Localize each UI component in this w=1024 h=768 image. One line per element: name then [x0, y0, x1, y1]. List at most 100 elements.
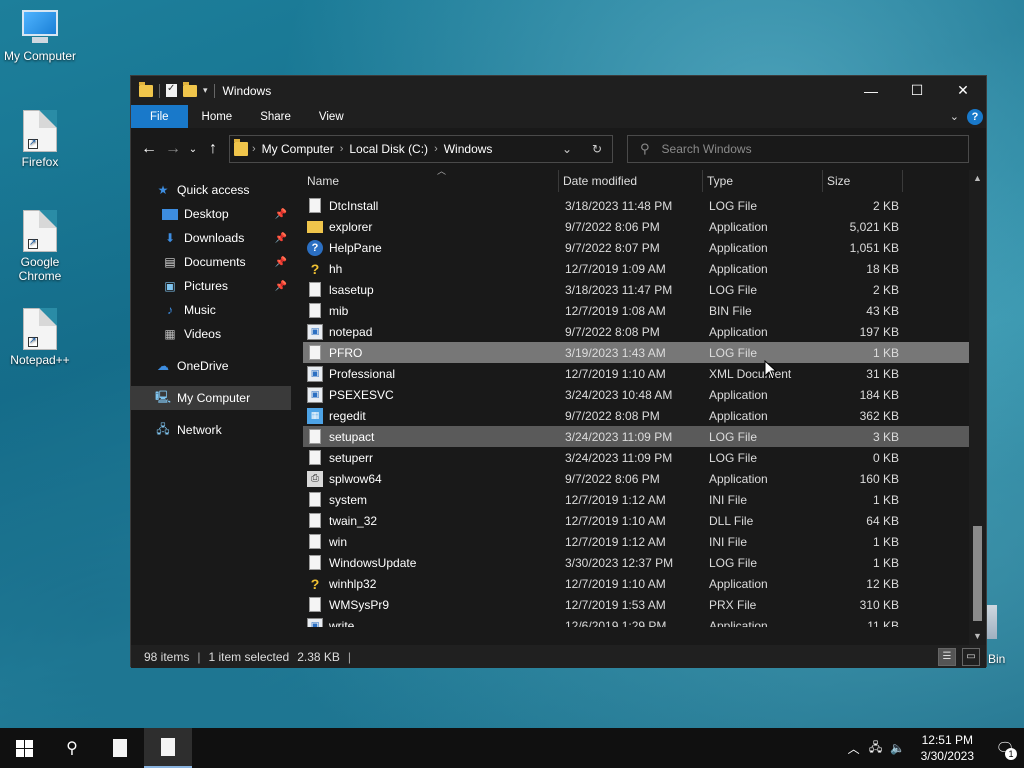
file-name-cell[interactable]: explorer [303, 220, 559, 234]
file-name-cell[interactable]: mib [303, 303, 559, 318]
file-name-cell[interactable]: ▣ PSEXESVC [303, 386, 559, 403]
scrollbar-thumb[interactable] [973, 526, 982, 621]
file-name-cell[interactable]: ▣ write [303, 617, 559, 627]
column-header-type[interactable]: Type [703, 170, 823, 192]
nav-desktop[interactable]: Desktop 📌 [131, 202, 291, 226]
nav-pictures[interactable]: ▣ Pictures 📌 [131, 274, 291, 298]
search-box[interactable]: ⚲ Search Windows [627, 135, 969, 163]
table-row[interactable]: PFRO 3/19/2023 1:43 AM LOG File 1 KB [303, 342, 986, 363]
desktop-icon-notepad-plus-plus[interactable]: Notepad++ [0, 308, 80, 367]
recycle-bin-icon[interactable] [987, 605, 997, 639]
tab-file[interactable]: File [131, 105, 188, 128]
nav-onedrive[interactable]: ☁ OneDrive [131, 354, 291, 378]
nav-quick-access[interactable]: ★ Quick access [131, 178, 291, 202]
breadcrumb-separator-icon[interactable]: › [252, 143, 256, 155]
file-name-cell[interactable]: ? winhlp32 [303, 576, 559, 592]
breadcrumb-local-disk[interactable]: Local Disk (C:) [349, 142, 428, 156]
recent-locations-chevron-icon[interactable]: ⌄ [185, 144, 201, 155]
taskbar-app-2[interactable] [144, 728, 192, 768]
search-button[interactable]: ⚲ [48, 728, 96, 768]
network-icon[interactable]: 🖧 [865, 738, 887, 759]
file-name-cell[interactable]: system [303, 492, 559, 507]
nav-my-computer[interactable]: 🖳 My Computer [131, 386, 291, 410]
nav-music[interactable]: ♪ Music [131, 298, 291, 322]
table-row[interactable]: lsasetup 3/18/2023 11:47 PM LOG File 2 KB [303, 279, 986, 300]
forward-arrow-icon[interactable]: → [161, 140, 185, 158]
scroll-up-icon[interactable]: ▲ [969, 170, 986, 187]
table-row[interactable]: WindowsUpdate 3/30/2023 12:37 PM LOG File 1… [303, 552, 986, 573]
column-header-date-modified[interactable]: Date modified [559, 170, 703, 192]
volume-icon[interactable]: 🔈 [887, 741, 909, 755]
table-row[interactable]: ▣ Professional 12/7/2019 1:10 AM XML Docume… [303, 363, 986, 384]
table-row[interactable]: ▣ PSEXESVC 3/24/2023 10:48 AM Application 18… [303, 384, 986, 405]
refresh-icon[interactable]: ↻ [582, 142, 612, 156]
properties-icon[interactable] [166, 83, 177, 97]
breadcrumb-separator-icon[interactable]: › [340, 143, 344, 155]
scroll-down-icon[interactable]: ▼ [969, 628, 986, 645]
column-header-name[interactable]: Name [303, 170, 559, 192]
table-row[interactable]: mib 12/7/2019 1:08 AM BIN File 43 KB [303, 300, 986, 321]
back-arrow-icon[interactable]: ← [137, 140, 161, 158]
file-name-cell[interactable]: PFRO [303, 345, 559, 360]
start-button[interactable] [0, 728, 48, 768]
table-row[interactable]: win 12/7/2019 1:12 AM INI File 1 KB [303, 531, 986, 552]
nav-documents[interactable]: ▤ Documents 📌 [131, 250, 291, 274]
table-row[interactable]: explorer 9/7/2022 8:06 PM Application 5,021… [303, 216, 986, 237]
file-name-cell[interactable]: ▣ Professional [303, 365, 559, 382]
nav-videos[interactable]: ▦ Videos [131, 322, 291, 346]
table-row[interactable]: system 12/7/2019 1:12 AM INI File 1 KB [303, 489, 986, 510]
file-name-cell[interactable]: twain_32 [303, 513, 559, 528]
file-name-cell[interactable]: ? hh [303, 261, 559, 277]
title-bar[interactable]: ▾ Windows — ☐ ✕ [131, 76, 986, 105]
up-arrow-icon[interactable]: ↑ [201, 140, 225, 158]
address-history-chevron-icon[interactable]: ⌄ [552, 142, 582, 156]
file-name-cell[interactable]: setupact [303, 429, 559, 444]
breadcrumb-windows[interactable]: Windows [444, 142, 493, 156]
tab-home[interactable]: Home [188, 105, 247, 128]
details-view-icon[interactable]: ☰ [938, 647, 956, 666]
nav-downloads[interactable]: ⬇ Downloads 📌 [131, 226, 291, 250]
tab-share[interactable]: Share [246, 105, 305, 128]
large-icons-view-icon[interactable]: ▭ [962, 647, 980, 666]
new-folder-icon[interactable] [183, 81, 197, 97]
recycle-bin-label[interactable]: Bin [988, 652, 1005, 666]
table-row[interactable]: ▣ write 12/6/2019 1:29 PM Application 11 KB [303, 615, 986, 627]
file-name-cell[interactable]: lsasetup [303, 282, 559, 297]
file-name-cell[interactable]: ▣ notepad [303, 323, 559, 340]
close-button[interactable]: ✕ [940, 76, 986, 105]
file-name-cell[interactable]: win [303, 534, 559, 549]
customize-toolbar-chevron-icon[interactable]: ▾ [203, 85, 208, 96]
breadcrumb-separator-icon[interactable]: › [434, 143, 438, 155]
file-name-cell[interactable]: setuperr [303, 450, 559, 465]
desktop-icon-firefox[interactable]: Firefox [0, 110, 80, 169]
show-hidden-icons-chevron-icon[interactable]: ︿ [843, 740, 865, 757]
minimize-button[interactable]: — [848, 76, 894, 105]
column-header-size[interactable]: Size [823, 170, 903, 192]
expand-ribbon-chevron-icon[interactable]: ⌄ [950, 110, 959, 123]
file-name-cell[interactable]: ⎙ splwow64 [303, 470, 559, 487]
table-row[interactable]: WMSysPr9 12/7/2019 1:53 AM PRX File 310 KB [303, 594, 986, 615]
table-row[interactable]: DtcInstall 3/18/2023 11:48 PM LOG File 2 KB [303, 195, 986, 216]
file-name-cell[interactable]: WindowsUpdate [303, 555, 559, 570]
table-row[interactable]: ⎙ splwow64 9/7/2022 8:06 PM Application 160 … [303, 468, 986, 489]
table-row[interactable]: ? hh 12/7/2019 1:09 AM Application 18 KB [303, 258, 986, 279]
address-bar[interactable]: › My Computer › Local Disk (C:) › Window… [229, 135, 613, 163]
tab-view[interactable]: View [305, 105, 358, 128]
clock[interactable]: 12:51 PM 3/30/2023 [909, 732, 986, 764]
desktop-icon-google-chrome[interactable]: Google Chrome [0, 210, 80, 283]
maximize-button[interactable]: ☐ [894, 76, 940, 105]
vertical-scrollbar[interactable]: ▲ ▼ [969, 170, 986, 645]
help-icon[interactable]: ? [967, 108, 983, 125]
nav-network[interactable]: 🖧 Network [131, 418, 291, 442]
taskbar-app-1[interactable] [96, 728, 144, 768]
desktop-icon-my-computer[interactable]: My Computer [0, 10, 80, 63]
breadcrumb-my-computer[interactable]: My Computer [262, 142, 334, 156]
table-row[interactable]: twain_32 12/7/2019 1:10 AM DLL File 64 KB [303, 510, 986, 531]
table-row[interactable]: ▣ notepad 9/7/2022 8:08 PM Application 197 K… [303, 321, 986, 342]
table-row[interactable]: setuperr 3/24/2023 11:09 PM LOG File 0 KB [303, 447, 986, 468]
table-row[interactable]: ▦ regedit 9/7/2022 8:08 PM Application 362 K… [303, 405, 986, 426]
file-name-cell[interactable]: WMSysPr9 [303, 597, 559, 612]
notifications-button[interactable]: 🗨 1 [986, 728, 1024, 768]
file-name-cell[interactable]: DtcInstall [303, 198, 559, 213]
file-name-cell[interactable]: ? HelpPane [303, 239, 559, 256]
